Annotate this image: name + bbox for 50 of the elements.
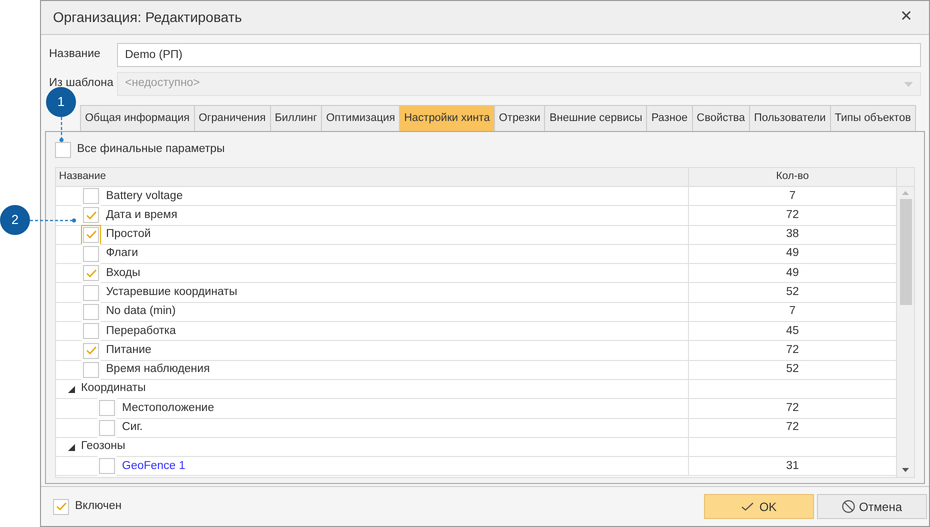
count-cell-text: 72 — [786, 342, 799, 358]
window-title: Организация: Редактировать — [53, 8, 242, 27]
count-cell-text: 49 — [786, 246, 799, 262]
checkbox-label: Включен — [75, 498, 122, 514]
close-button[interactable]: ✕ — [896, 6, 917, 29]
count-cell-text: 72 — [786, 420, 799, 436]
count-cell-text: 7 — [789, 304, 796, 320]
count-cell-text: 7 — [789, 188, 796, 204]
tab[interactable]: Оптимизация — [321, 105, 400, 131]
tab[interactable]: Ограничения — [194, 105, 271, 131]
tab[interactable]: Свойства — [692, 105, 750, 131]
row-label: Входы — [106, 266, 140, 281]
row-label: Сиг. — [122, 420, 143, 436]
column-header: Кол-во — [775, 169, 810, 184]
tab[interactable]: Биллинг — [270, 105, 322, 131]
tab[interactable]: Пользователи — [748, 105, 831, 131]
row-label: Местоположение — [122, 400, 214, 416]
callout-marker: 2 — [0, 205, 30, 235]
row-label: Переработка — [106, 324, 176, 339]
row-label: Питание — [106, 342, 152, 358]
count-cell-text: 72 — [786, 400, 799, 416]
row-label: Простой — [106, 227, 151, 242]
row-label: No data (min) — [106, 304, 176, 320]
count-cell-text: 49 — [786, 266, 799, 281]
tab[interactable]: Типы объектов — [830, 105, 916, 131]
row-label: Время наблюдения — [106, 362, 210, 378]
count-cell-text: 52 — [786, 362, 799, 378]
tab[interactable]: Разное — [646, 105, 693, 131]
column-header: Название — [56, 168, 689, 186]
tab[interactable]: Отрезки — [494, 105, 546, 131]
tab[interactable]: Настройки хинта — [399, 105, 495, 131]
field-label: Название — [49, 47, 102, 62]
tab[interactable]: Общая информация — [80, 105, 195, 131]
row-label: Устаревшие координаты — [106, 285, 238, 300]
count-cell-text: 38 — [786, 227, 799, 242]
row-label: Флаги — [106, 246, 138, 262]
name-field[interactable]: Demo (РП) — [117, 43, 921, 67]
count-cell-text: 52 — [786, 285, 799, 300]
row-label: Battery voltage — [106, 188, 183, 204]
count-cell-text: 45 — [786, 324, 799, 339]
group-label: Геозоны — [81, 439, 126, 454]
checkbox-label: Все финальные параметры — [77, 142, 225, 158]
count-cell-text: 72 — [786, 208, 799, 223]
cancel-button[interactable]: Отмена — [817, 494, 927, 519]
row-label: Дата и время — [106, 208, 178, 223]
count-cell-text: 31 — [786, 458, 799, 474]
ok-button[interactable]: OK — [704, 494, 814, 519]
geofence-link[interactable]: GeoFence 1 — [122, 458, 186, 475]
tab[interactable]: Внешние сервисы — [544, 105, 648, 131]
group-label: Координаты — [81, 381, 146, 396]
